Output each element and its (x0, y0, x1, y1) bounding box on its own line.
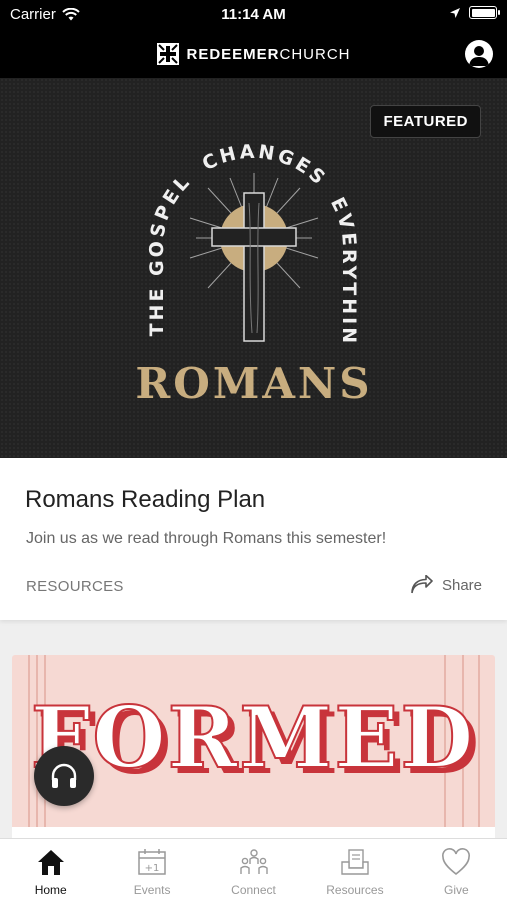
status-time: 11:14 AM (221, 6, 286, 23)
status-bar: Carrier 11:14 AM (0, 0, 507, 30)
brand-wordmark: REDEEMERCHURCH (186, 46, 350, 63)
status-right (449, 6, 500, 19)
home-icon (37, 850, 64, 875)
featured-badge: FEATURED (370, 105, 481, 138)
tab-connect-label: Connect (231, 883, 276, 897)
share-label: Share (441, 576, 482, 594)
battery-icon (469, 6, 500, 19)
church-logo-icon (157, 43, 180, 65)
calendar-plus-icon: +1 (138, 849, 166, 875)
formed-artwork: FORMED FORMED (30, 687, 479, 793)
tab-give-label: Give (443, 883, 469, 897)
user-icon (469, 46, 489, 66)
share-button[interactable]: Share (410, 575, 482, 595)
tab-give[interactable]: Give (406, 839, 507, 900)
art-title: ROMANS (135, 359, 372, 408)
featured-banner[interactable]: THE GOSPEL CHANGES EVERYTHING ROMANS FEA… (0, 78, 507, 458)
tab-home-label: Home (34, 883, 67, 897)
location-arrow-icon (450, 7, 460, 18)
resources-icon (341, 849, 369, 875)
featured-info-card[interactable]: Romans Reading Plan Join us as we read t… (0, 458, 507, 620)
tab-events[interactable]: +1 Events (101, 839, 202, 900)
svg-text:+1: +1 (145, 863, 160, 874)
cross-graphic (211, 192, 297, 342)
people-icon (239, 849, 268, 874)
featured-description: Join us as we read through Romans this s… (26, 530, 387, 547)
brand-logo: REDEEMERCHURCH (0, 42, 507, 66)
share-icon (411, 575, 433, 594)
tab-connect[interactable]: Connect (203, 839, 304, 900)
tab-resources[interactable]: Resources (304, 839, 405, 900)
formed-card[interactable]: FORMED FORMED (12, 655, 495, 845)
art-arc-left: THE GOSPEL (146, 170, 196, 337)
art-arc-top: CHANGES (199, 141, 331, 191)
profile-button[interactable] (465, 40, 493, 68)
art-arc-right: EVERYTHING (0, 78, 360, 346)
formed-title: FORMED (31, 688, 475, 787)
tab-home[interactable]: Home (0, 839, 101, 900)
featured-category: RESOURCES (26, 578, 124, 595)
audio-player-button[interactable] (34, 746, 94, 806)
heart-icon (442, 848, 471, 876)
featured-title: Romans Reading Plan (25, 486, 266, 513)
headphones-icon (51, 763, 77, 788)
app-header: REDEEMERCHURCH (0, 30, 507, 78)
tab-bar: Home +1 Events Connect Resources Give (0, 838, 507, 900)
tab-events-label: Events (133, 883, 171, 897)
brand-bold: REDEEMER (186, 45, 280, 63)
brand-light: CHURCH (279, 45, 351, 63)
tab-resources-label: Resources (326, 883, 384, 897)
svg-text:THE GOSPEL CHANGES: THE GOSPEL CHANGES EVERYTHING (0, 78, 360, 346)
